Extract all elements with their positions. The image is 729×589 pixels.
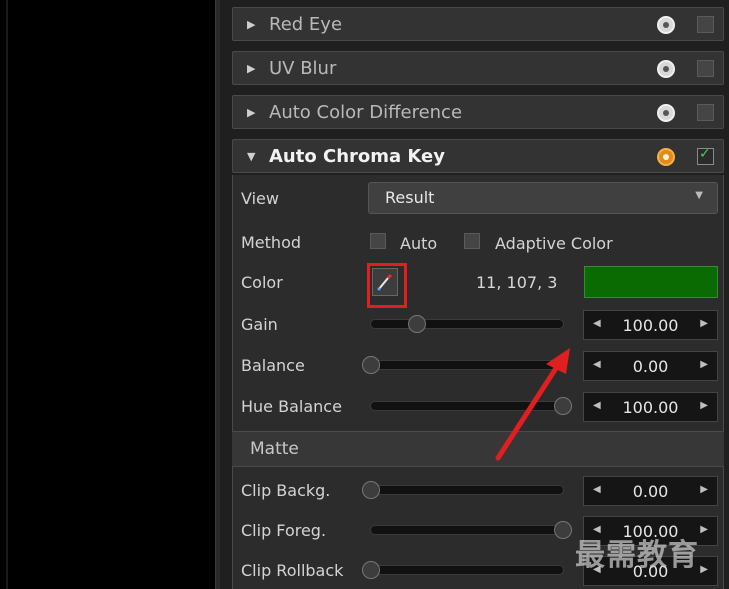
color-label: Color [241, 273, 283, 292]
balance-value-field[interactable]: ◀ 0.00 ▶ [583, 351, 718, 381]
hue-balance-value: 100.00 [622, 398, 679, 417]
section-title: Red Eye [269, 14, 343, 35]
clip-rollback-slider[interactable] [362, 561, 564, 579]
gain-label: Gain [241, 315, 278, 334]
increment-icon[interactable]: ▶ [700, 564, 708, 575]
clip-rollback-label: Clip Rollback [241, 561, 344, 580]
enable-checkbox[interactable] [697, 60, 714, 77]
section-auto-chroma-key[interactable]: ▼ Auto Chroma Key [232, 139, 724, 173]
slider-knob[interactable] [408, 315, 427, 333]
color-rgb-value: 11, 107, 3 [476, 273, 558, 292]
clip-backg-value: 0.00 [632, 482, 669, 501]
section-title: UV Blur [269, 58, 337, 79]
color-swatch[interactable] [584, 266, 718, 298]
adaptive-color-label: Adaptive Color [495, 234, 613, 253]
section-uv-blur[interactable]: ▶ UV Blur [232, 51, 724, 85]
increment-icon[interactable]: ▶ [700, 524, 708, 535]
clip-backg-value-field[interactable]: ◀ 0.00 ▶ [583, 476, 718, 506]
balance-value: 0.00 [632, 357, 669, 376]
clip-backg-slider[interactable] [362, 481, 564, 499]
slider-knob[interactable] [362, 356, 380, 374]
dropdown-arrow-icon: ▼ [695, 190, 703, 201]
reset-icon[interactable] [657, 104, 675, 122]
section-title: Auto Color Difference [269, 102, 463, 123]
viewer-area [0, 0, 215, 589]
section-auto-color-difference[interactable]: ▶ Auto Color Difference [232, 95, 724, 129]
clip-foreg-slider[interactable] [370, 521, 572, 539]
slider-knob[interactable] [362, 561, 380, 579]
enable-checkbox[interactable] [697, 146, 714, 165]
method-label: Method [241, 233, 302, 252]
viewer-edge [6, 0, 8, 589]
hue-balance-value-field[interactable]: ◀ 100.00 ▶ [583, 392, 718, 422]
section-title: Auto Chroma Key [269, 146, 445, 167]
view-value: Result [385, 188, 435, 207]
eyedropper-icon [377, 273, 393, 291]
increment-icon[interactable]: ▶ [700, 359, 708, 370]
watermark-text: 最需教育 [575, 538, 699, 573]
gain-value-field[interactable]: ◀ 100.00 ▶ [583, 310, 718, 340]
view-dropdown[interactable]: Result ▼ [368, 182, 718, 214]
section-red-eye[interactable]: ▶ Red Eye [232, 7, 724, 41]
collapse-triangle-icon[interactable]: ▼ [247, 150, 255, 163]
clip-backg-label: Clip Backg. [241, 481, 331, 500]
reset-icon[interactable] [657, 148, 675, 166]
annotation-arrow-icon [495, 348, 570, 461]
slider-knob[interactable] [554, 521, 572, 539]
eyedropper-button[interactable] [372, 268, 398, 296]
enable-checkbox[interactable] [697, 104, 714, 121]
auto-checkbox[interactable] [370, 233, 386, 249]
hue-balance-label: Hue Balance [241, 397, 342, 416]
increment-icon[interactable]: ▶ [700, 318, 708, 329]
matte-title: Matte [250, 439, 299, 459]
clip-foreg-label: Clip Foreg. [241, 521, 327, 540]
enable-checkbox[interactable] [697, 16, 714, 33]
effects-panel: ▶ Red Eye ▶ UV Blur ▶ Auto Color Differe… [220, 0, 729, 589]
reset-icon[interactable] [657, 16, 675, 34]
view-label: View [241, 189, 279, 208]
gain-value: 100.00 [622, 316, 679, 335]
matte-subheader: Matte [232, 431, 724, 467]
reset-icon[interactable] [657, 60, 675, 78]
expand-triangle-icon[interactable]: ▶ [247, 106, 255, 119]
adaptive-color-checkbox[interactable] [464, 233, 480, 249]
auto-label: Auto [400, 234, 438, 253]
expand-triangle-icon[interactable]: ▶ [247, 62, 255, 75]
gain-slider[interactable] [370, 315, 564, 333]
increment-icon[interactable]: ▶ [700, 484, 708, 495]
expand-triangle-icon[interactable]: ▶ [247, 18, 255, 31]
slider-knob[interactable] [362, 481, 380, 499]
increment-icon[interactable]: ▶ [700, 400, 708, 411]
balance-label: Balance [241, 356, 305, 375]
